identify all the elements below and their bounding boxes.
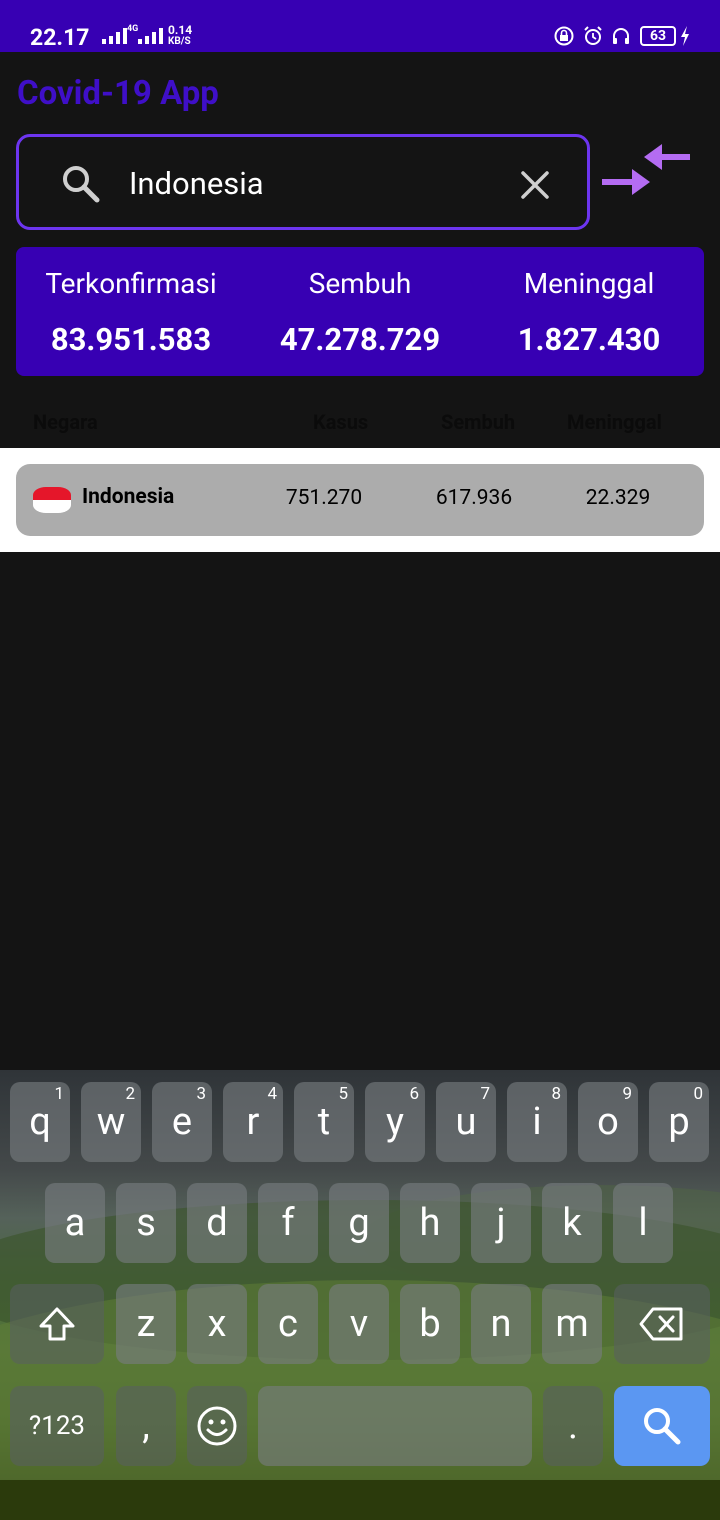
shift-key[interactable] [10,1284,104,1364]
country-list: Indonesia 751.270 617.936 22.329 [0,448,720,552]
search-input[interactable] [127,159,501,207]
key-e[interactable]: e3 [152,1082,212,1162]
comma-key[interactable]: , [116,1386,176,1466]
search-bar[interactable] [16,134,590,230]
backspace-key[interactable] [614,1284,710,1364]
key-x[interactable]: x [187,1284,247,1364]
soft-keyboard: q1 w2 e3 r4 t5 y6 u7 i8 o9 p0 a s d f g … [0,1070,720,1520]
key-s[interactable]: s [116,1183,176,1263]
confirmed-label: Terkonfirmasi [45,267,217,300]
key-c[interactable]: c [258,1284,318,1364]
key-b[interactable]: b [400,1284,460,1364]
key-l[interactable]: l [613,1183,673,1263]
deaths-value: 1.827.430 [517,321,661,358]
key-r[interactable]: r4 [223,1082,283,1162]
key-k[interactable]: k [542,1183,602,1263]
backspace-icon [639,1307,683,1341]
search-icon [644,1408,681,1445]
collapse-arrows-icon[interactable] [600,140,694,202]
key-u[interactable]: u7 [436,1082,496,1162]
key-f[interactable]: f [258,1183,318,1263]
key-o[interactable]: o9 [578,1082,638,1162]
recovered-value: 47.278.729 [279,321,441,358]
header-country: Negara [33,410,98,434]
global-summary-card: Terkonfirmasi 83.951.583 Sembuh 47.278.7… [16,247,704,376]
key-i[interactable]: i8 [507,1082,567,1162]
key-g[interactable]: g [329,1183,389,1263]
space-key[interactable] [258,1386,532,1466]
header-recovered: Sembuh [441,410,516,434]
battery-icon: 63 [640,26,676,46]
key-q[interactable]: q1 [10,1082,70,1162]
headphones-icon [613,28,629,44]
row-deaths: 22.329 [585,486,651,510]
search-icon [63,166,100,203]
emoji-icon [197,1406,237,1446]
key-d[interactable]: d [187,1183,247,1263]
symbols-key[interactable]: ?123 [10,1386,104,1466]
confirmed-value: 83.951.583 [50,321,212,358]
deaths-label: Meninggal [523,267,655,300]
key-w[interactable]: w2 [81,1082,141,1162]
app-title: Covid-19 App [17,74,219,113]
header-cases: Kasus [313,410,369,434]
recovered-label: Sembuh [308,267,412,300]
indonesia-flag-icon [33,487,71,513]
network-type-label: 4G [127,24,139,34]
period-key[interactable]: . [543,1386,603,1466]
network-speed: 0.14 KB/S [168,23,193,47]
lock-rotation-icon [554,26,574,46]
key-h[interactable]: h [400,1183,460,1263]
clear-icon[interactable] [517,167,553,203]
key-t[interactable]: t5 [294,1082,354,1162]
key-m[interactable]: m [542,1284,602,1364]
key-z[interactable]: z [116,1284,176,1364]
header-deaths: Meninggal [567,410,662,434]
key-p[interactable]: p0 [649,1082,709,1162]
emoji-key[interactable] [187,1386,247,1466]
table-row[interactable]: Indonesia 751.270 617.936 22.329 [16,464,704,536]
key-a[interactable]: a [45,1183,105,1263]
keyboard-search-key[interactable] [614,1386,710,1466]
status-bar: 22.17 4G 0.14 KB/S 63 [0,0,720,52]
key-y[interactable]: y6 [365,1082,425,1162]
cell-signal-icon [138,26,163,44]
key-n[interactable]: n [471,1284,531,1364]
row-cases: 751.270 [285,486,363,510]
key-j[interactable]: j [471,1183,531,1263]
row-recovered: 617.936 [435,486,513,510]
alarm-icon [584,26,602,45]
status-time: 22.17 [30,24,90,51]
row-country: Indonesia [82,485,175,509]
wifi-signal-icon [102,26,127,44]
key-v[interactable]: v [329,1284,389,1364]
shift-icon [39,1307,75,1341]
charging-icon [681,26,689,46]
